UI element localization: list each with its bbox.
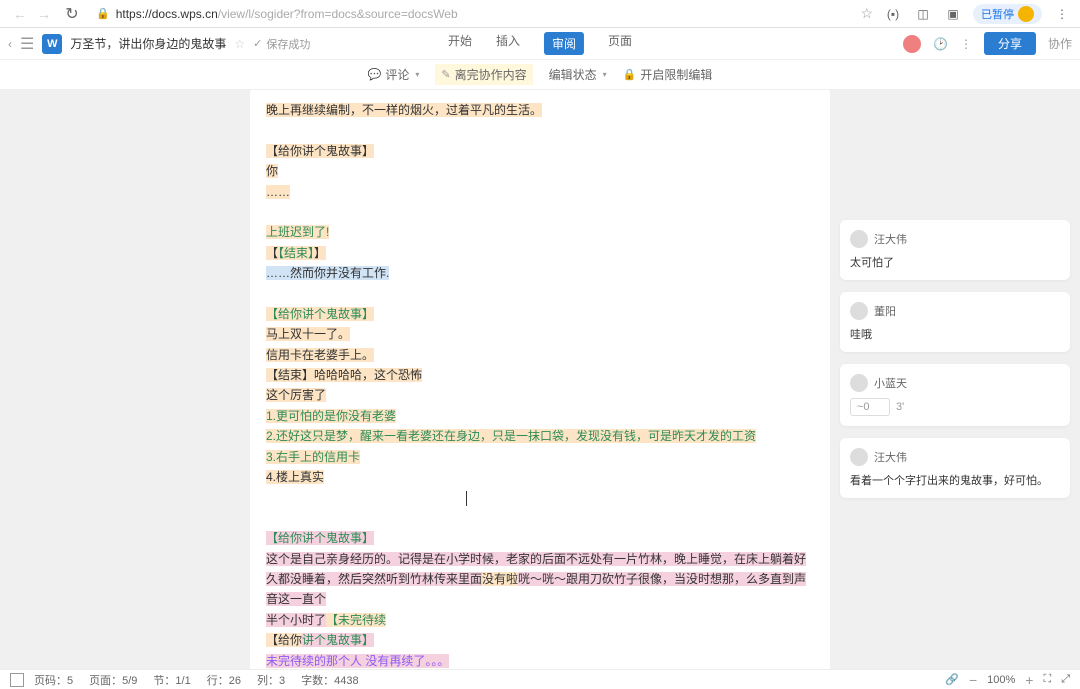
comments-panel: 汪大伟 太可怕了 董阳 哇哦 小蓝天 ~0 3' 汪大伟 [830, 90, 1080, 669]
doc-line: 上班迟到了! [266, 225, 329, 239]
favorite-star-icon[interactable]: ☆ [860, 5, 873, 22]
doc-line: 【给你讲个鬼故事】 [266, 630, 814, 650]
sb-col: 列：3 [257, 672, 285, 688]
doc-line: 【结束】哈哈哈哈，这个恐怖 [266, 368, 422, 382]
sub-comment[interactable]: 💬 评论▾ [368, 66, 420, 83]
sb-chars: 字数：4438 [301, 672, 358, 688]
checkmark-icon: ✓ [253, 37, 262, 50]
doc-line: 1.更可怕的是你没有老婆 [266, 409, 396, 423]
menu-start[interactable]: 开始 [448, 32, 472, 55]
doc-line: 未完待续的那个人 没有再续了。。。 [266, 654, 449, 668]
comment-avatar-icon [850, 448, 868, 466]
reload-icon[interactable]: ↻ [60, 2, 84, 26]
comment-text: 太可怕了 [850, 254, 1060, 270]
doc-line: 信用卡在老婆手上。 [266, 348, 374, 362]
document-page[interactable]: 晚上再继续编制，不一样的烟火，过着平凡的生活。 【给你讲个鬼故事】 你 …… 上… [250, 90, 830, 669]
comment-text: 哇哦 [850, 326, 1060, 342]
text-cursor [466, 491, 467, 506]
zoom-out[interactable]: − [969, 672, 977, 688]
sub-edit-status[interactable]: 编辑状态▾ [549, 66, 607, 83]
hamburger-icon[interactable]: ☰ [20, 34, 34, 54]
zoom-in[interactable]: + [1025, 672, 1033, 688]
menu-insert[interactable]: 插入 [496, 32, 520, 55]
ext-icon-3[interactable]: ▣ [943, 4, 963, 24]
collab-button[interactable]: 协作 [1048, 35, 1072, 52]
browser-menu-icon[interactable]: ⋮ [1052, 4, 1072, 24]
expand-icon[interactable]: ⤢ [1061, 673, 1070, 686]
reply-input[interactable]: ~0 [850, 398, 890, 416]
menu-review[interactable]: 审阅 [544, 32, 584, 55]
doc-line: 你 [266, 164, 278, 178]
doc-heading: 【给你讲个鬼故事】 [266, 531, 374, 545]
sb-section: 节：1/1 [153, 672, 190, 688]
comment-avatar-icon [850, 302, 868, 320]
doc-line: 马上双十一了。 [266, 327, 350, 341]
fullscreen-icon[interactable]: ⛶ [1043, 673, 1051, 686]
share-button[interactable]: 分享 [984, 32, 1036, 55]
more-icon[interactable]: ⋮ [960, 37, 972, 51]
zoom-level: 100% [987, 674, 1015, 686]
paused-text: 已暂停 [981, 6, 1014, 22]
doc-line: 【【结束】】 [266, 246, 326, 260]
lock-icon: 🔒 [96, 7, 110, 20]
user-avatar-icon[interactable] [903, 35, 921, 53]
layout-icon[interactable] [10, 673, 24, 687]
sub-restrict[interactable]: 🔒 开启限制编辑 [623, 66, 713, 83]
comment-card[interactable]: 董阳 哇哦 [840, 292, 1070, 352]
doc-line: 4.楼上真实 [266, 470, 324, 484]
lock-edit-icon: 🔒 [623, 68, 637, 81]
url-path: /view/l/sogider?from=docs&source=docsWeb [218, 7, 458, 21]
comment-card[interactable]: 汪大伟 看着一个个字打出来的鬼故事，好可怕。 [840, 438, 1070, 498]
sub-complete[interactable]: ✎ 离完协作内容 [435, 64, 532, 85]
comment-author: 汪大伟 [874, 231, 907, 247]
history-icon[interactable]: 🕑 [933, 37, 948, 51]
comment-author: 汪大伟 [874, 449, 907, 465]
doc-line: …… [266, 185, 290, 199]
link-icon[interactable]: 🔗 [945, 673, 959, 686]
document-title: 万圣节，讲出你身边的鬼故事 [70, 35, 226, 52]
browser-forward[interactable]: → [32, 2, 56, 26]
doc-line: 半个小时了【未完待续 [266, 610, 814, 630]
comment-author: 小蓝天 [874, 375, 907, 391]
wps-logo-icon: W [42, 34, 62, 54]
doc-line: 3.右手上的信用卡 [266, 450, 360, 464]
sb-pagecode: 页码：5 [34, 672, 73, 688]
url-bar[interactable]: 🔒 https://docs.wps.cn/view/l/sogider?fro… [88, 7, 860, 21]
menu-page[interactable]: 页面 [608, 32, 632, 55]
doc-line: ……然而你并没有工作. [266, 266, 389, 280]
comment-card[interactable]: 汪大伟 太可怕了 [840, 220, 1070, 280]
doc-line: 晚上再继续编制，不一样的烟火，过着平凡的生活。 [266, 103, 542, 117]
comment-icon: 💬 [368, 68, 382, 81]
sb-row: 行：26 [207, 672, 241, 688]
reply-send[interactable]: 3' [896, 401, 904, 413]
doc-line: 这个是自己亲身经历的。记得是在小学时候，老家的后面不远处有一片竹林，晚上睡觉，在… [266, 549, 814, 610]
doc-heading: 【给你讲个鬼故事】 [266, 144, 374, 158]
ext-icon-2[interactable]: ◫ [913, 4, 933, 24]
doc-line: 2.还好这只是梦，醒来一看老婆还在身边，只是一抹口袋，发现没有钱，可是昨天才发的… [266, 429, 756, 443]
comment-avatar-icon [850, 374, 868, 392]
browser-back[interactable]: ← [8, 2, 32, 26]
url-host: https://docs.wps.cn [116, 7, 218, 21]
ext-icon-1[interactable]: (▪) [883, 4, 903, 24]
comment-card[interactable]: 小蓝天 ~0 3' [840, 364, 1070, 426]
sb-page: 页面：5/9 [89, 672, 137, 688]
pencil-icon: ✎ [441, 68, 450, 81]
status-bar: 页码：5 页面：5/9 节：1/1 行：26 列：3 字数：4438 🔗 − 1… [0, 669, 1080, 689]
comment-avatar-icon [850, 230, 868, 248]
doc-line: 这个厉害了 [266, 388, 326, 402]
doc-favorite-icon[interactable]: ☆ [234, 37, 245, 51]
doc-heading: 【给你讲个鬼故事】 [266, 307, 374, 321]
paused-badge[interactable]: 已暂停 [973, 4, 1042, 24]
app-back-icon[interactable]: ‹ [8, 37, 12, 51]
save-status: ✓ 保存成功 [253, 36, 310, 52]
comment-author: 董阳 [874, 303, 896, 319]
profile-avatar-icon [1018, 6, 1034, 22]
comment-text: 看着一个个字打出来的鬼故事，好可怕。 [850, 472, 1060, 488]
